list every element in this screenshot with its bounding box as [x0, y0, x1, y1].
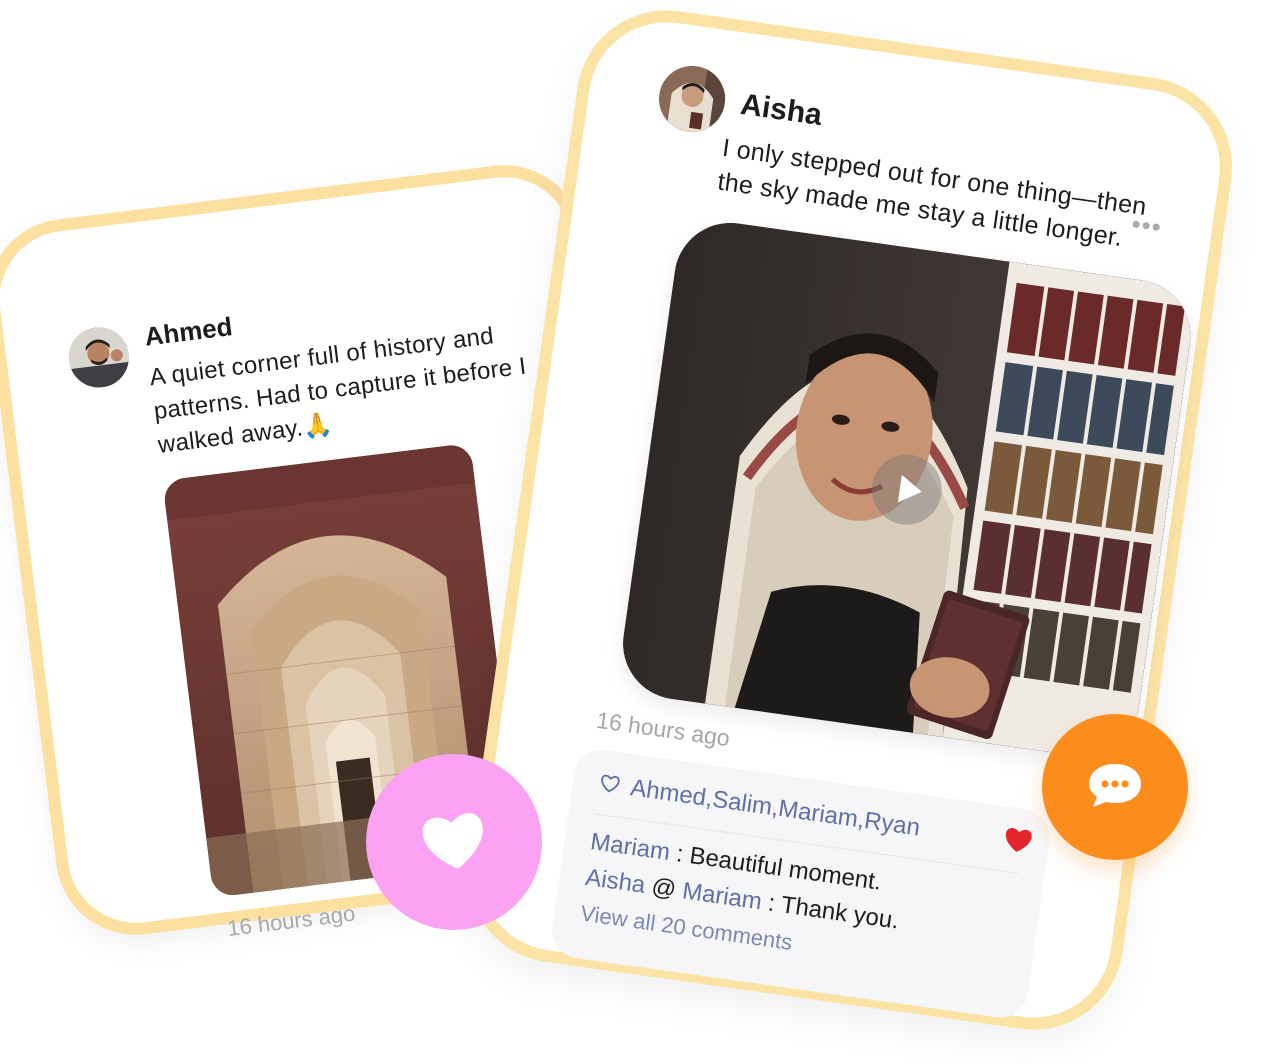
post-author[interactable]: Aisha — [738, 88, 825, 133]
post-author[interactable]: Ahmed — [143, 311, 234, 353]
promo-stage: Ahmed A quiet corner full of history and… — [0, 0, 1264, 1064]
avatar[interactable] — [654, 61, 730, 137]
heart-icon — [419, 808, 489, 877]
post-time: 16 hours ago — [594, 706, 732, 752]
liked-heart-icon[interactable] — [1000, 823, 1035, 867]
comment-mention[interactable]: Mariam — [681, 877, 764, 915]
engagement-panel: Ahmed,Salim,Mariam,Ryan Mariam : Beautif… — [548, 746, 1054, 1022]
comment-author[interactable]: Aisha — [584, 864, 647, 899]
chat-bubble-icon — [1085, 760, 1145, 815]
like-button[interactable] — [366, 754, 542, 930]
comment-author[interactable]: Mariam — [589, 828, 672, 866]
post-time: 16 hours ago — [225, 900, 357, 942]
heart-outline-icon — [596, 764, 623, 807]
mention-prefix: @ — [643, 872, 685, 905]
comment-button[interactable] — [1042, 714, 1188, 860]
post-video[interactable] — [615, 215, 1198, 764]
avatar[interactable] — [65, 324, 133, 391]
post-card-aisha[interactable]: Aisha ••• I only stepped out for one thi… — [456, 0, 1244, 1042]
liked-by-names[interactable]: Ahmed,Salim,Mariam,Ryan — [629, 774, 922, 841]
